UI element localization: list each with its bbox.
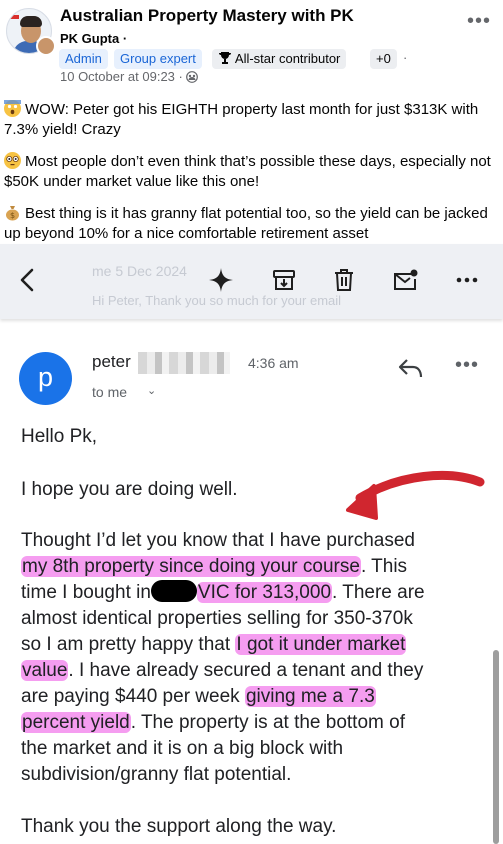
email-line: time I bought in VIC for 313,000. There a…	[21, 580, 425, 606]
highlight: percent yield	[21, 712, 131, 733]
mark-unread-icon[interactable]	[391, 266, 419, 294]
post-paragraph: Most people don’t even think that’s poss…	[4, 152, 500, 192]
post-date-text: 10 October at 09:23 ·	[60, 69, 183, 84]
post-date[interactable]: 10 October at 09:23 ·	[60, 69, 199, 84]
redaction-blob	[150, 580, 197, 602]
sparkle-icon[interactable]	[207, 266, 235, 294]
back-arrow-icon[interactable]	[14, 266, 42, 294]
sender-name[interactable]: peter	[92, 352, 131, 372]
post-paragraph: WOW: Peter got his EIGHTH property last …	[4, 100, 500, 140]
money-bag-icon: $	[4, 204, 21, 221]
highlight: value	[21, 660, 69, 681]
group-expert-badge: Group expert	[114, 49, 202, 69]
trash-icon[interactable]	[330, 266, 358, 294]
email-line: my 8th property since doing your course.…	[21, 554, 407, 580]
trophy-icon	[218, 51, 235, 66]
more-icon[interactable]	[453, 266, 481, 294]
group-title[interactable]: Australian Property Mastery with PK	[60, 6, 354, 26]
highlight: giving me a 7.3	[244, 686, 376, 707]
highlight: I got it under market	[235, 634, 407, 655]
post-paragraph: $ Best thing is it has granny flat poten…	[4, 204, 500, 244]
email-line: are paying $440 per week giving me a 7.3	[21, 684, 376, 710]
all-star-label: All-star contributor	[234, 51, 341, 66]
email-line: the market and it is on a big block with	[21, 738, 344, 759]
email-line: so I am pretty happy that I got it under…	[21, 632, 407, 658]
scrollbar[interactable]	[493, 650, 499, 844]
email-line: percent yield. The property is at the bo…	[21, 710, 405, 736]
email-text: . The property is at the bottom of	[130, 712, 405, 733]
email-text: time I bought in	[21, 582, 151, 603]
more-badges-count[interactable]: +0	[370, 49, 397, 69]
email-line: Thank you the support along the way.	[21, 816, 337, 837]
badge-separator: ·	[403, 50, 408, 65]
audience-icon	[186, 69, 199, 84]
email-time: 4:36 am	[248, 355, 299, 371]
previous-message-sender: me 5 Dec 2024	[92, 263, 187, 279]
email-text: . This	[360, 556, 408, 577]
reply-icon[interactable]	[396, 356, 424, 380]
red-arrow-annotation	[346, 470, 485, 520]
post-paragraph-text: WOW: Peter got his EIGHTH property last …	[4, 101, 479, 138]
admin-badge: Admin	[59, 49, 108, 69]
author-name[interactable]: PK Gupta ·	[60, 31, 127, 46]
email-line: value. I have already secured a tenant a…	[21, 658, 423, 684]
email-line: almost identical properties selling for …	[21, 608, 413, 629]
redacted-surname	[138, 352, 230, 374]
email-more-icon[interactable]: •••	[455, 354, 479, 377]
svg-text:$: $	[10, 211, 15, 220]
post-more-icon[interactable]: •••	[467, 10, 491, 33]
highlight: VIC for 313,000	[196, 582, 333, 603]
post-paragraph-text: Most people don’t even think that’s poss…	[4, 153, 491, 190]
flushed-face-icon	[4, 152, 21, 169]
email-text: are paying $440 per week	[21, 686, 245, 707]
all-star-badge: All-star contributor	[212, 49, 347, 69]
post-paragraph-text: Best thing is it has granny flat potenti…	[4, 205, 488, 242]
email-line: I hope you are doing well.	[21, 479, 238, 500]
email-line: subdivision/granny flat potential.	[21, 764, 292, 785]
recipient-label[interactable]: to me	[92, 384, 127, 400]
previous-message-snippet: Hi Peter, Thank you so much for your ema…	[92, 293, 342, 308]
shocked-face-icon	[4, 100, 21, 117]
chevron-down-icon[interactable]: ⌄	[147, 384, 156, 397]
author-avatar[interactable]	[36, 36, 56, 56]
highlight: my 8th property since doing your course	[21, 556, 361, 577]
email-text: so I am pretty happy that	[21, 634, 236, 655]
archive-icon[interactable]	[270, 266, 298, 294]
sender-avatar[interactable]: p	[19, 352, 72, 405]
email-text: . There are	[332, 582, 425, 603]
email-greeting: Hello Pk,	[21, 426, 98, 447]
email-text: . I have already secured a tenant and th…	[68, 660, 424, 681]
